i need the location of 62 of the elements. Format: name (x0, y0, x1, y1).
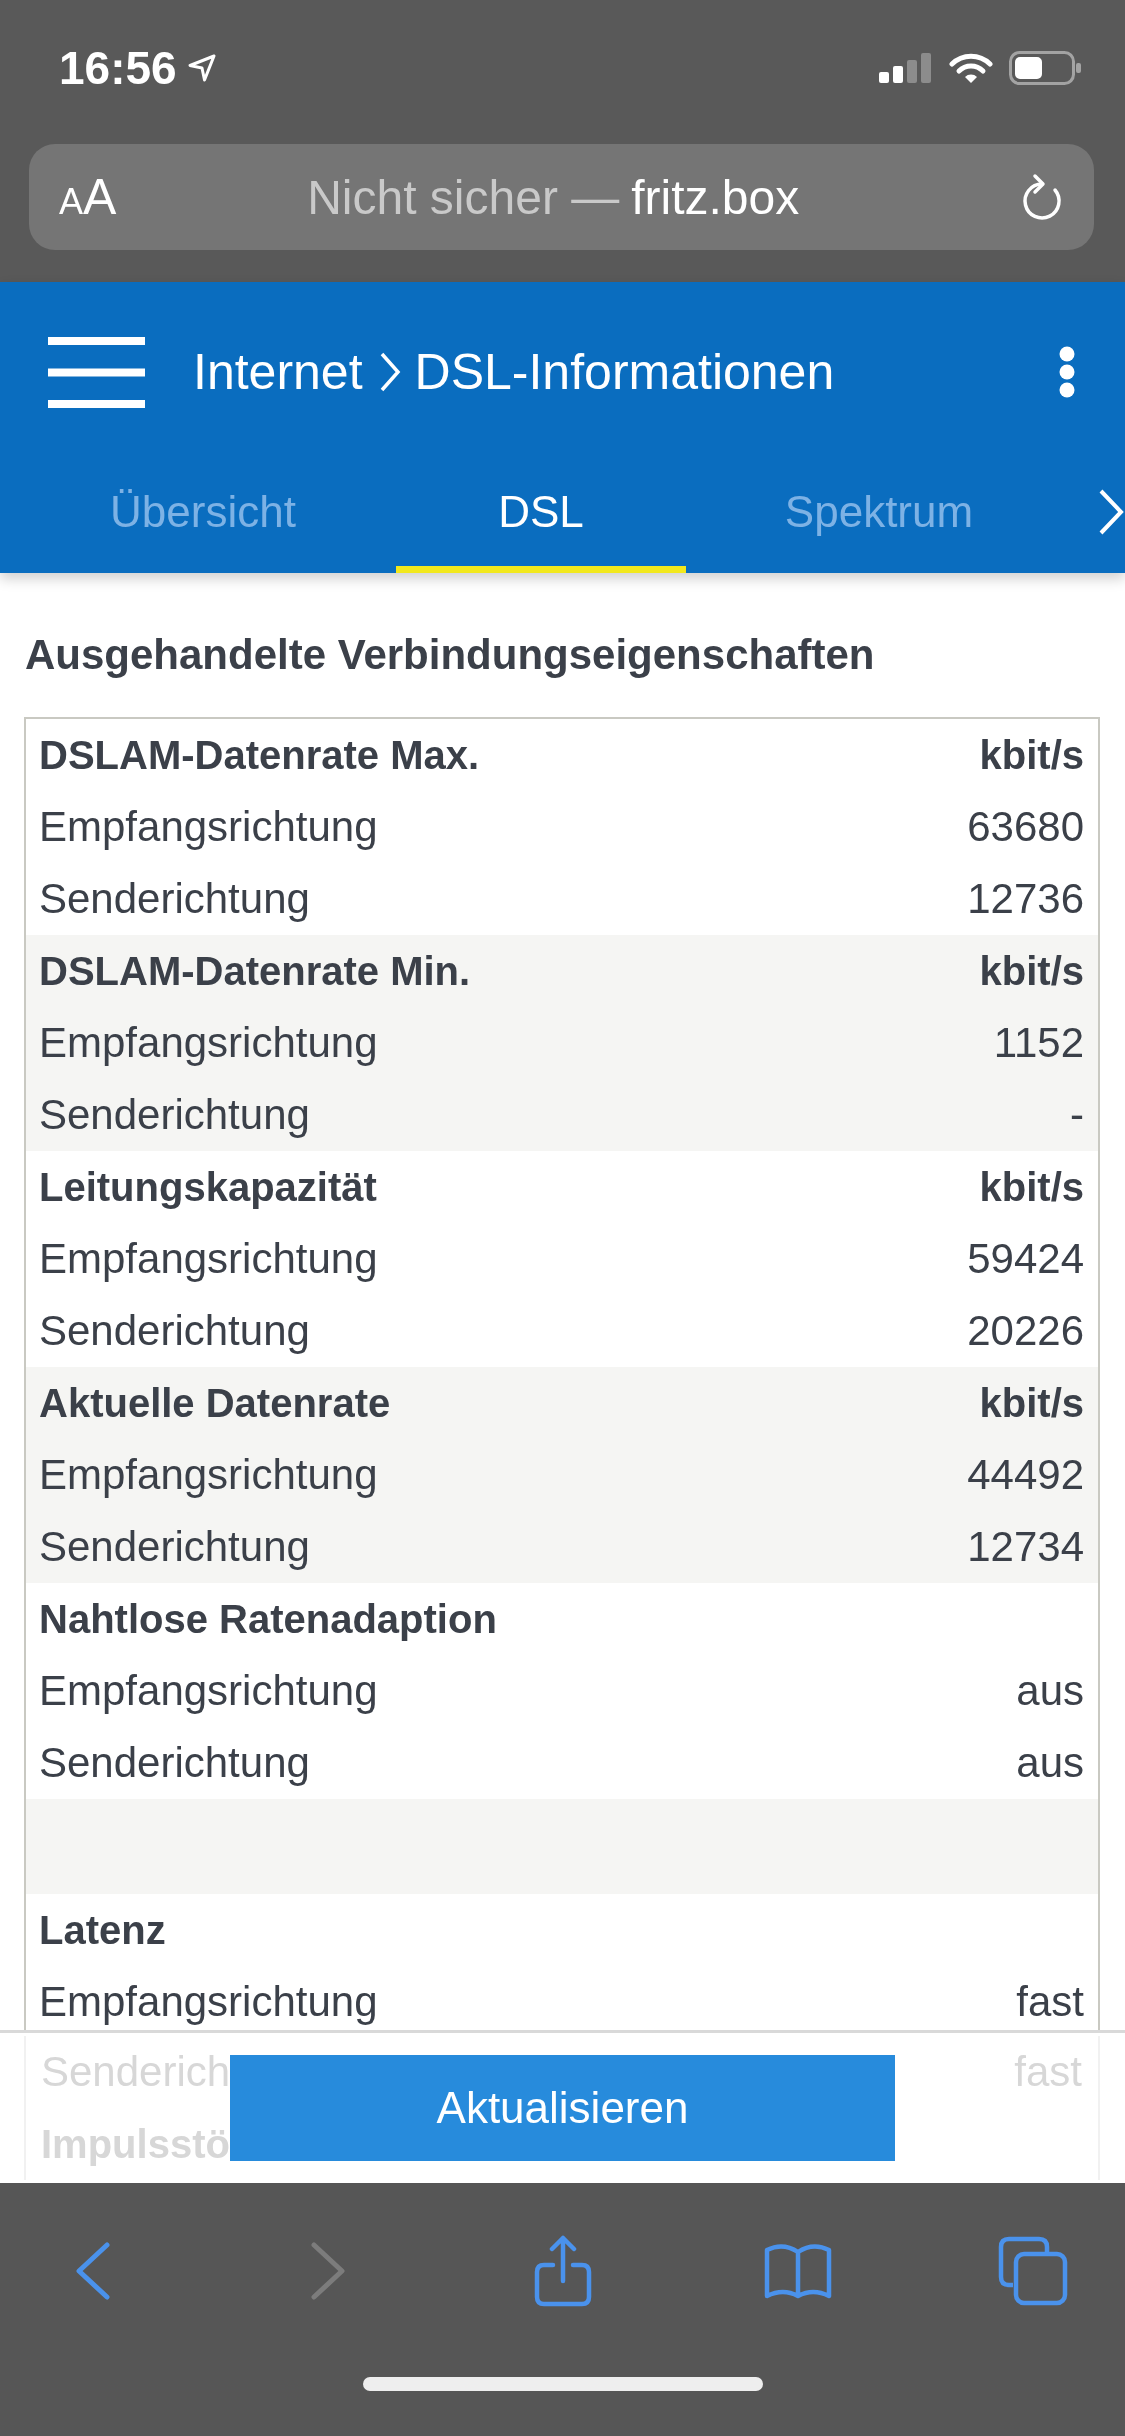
unit-label: kbit/s (979, 732, 1084, 778)
row-label: Senderichtung (39, 1307, 310, 1355)
row-value: 12736 (967, 875, 1084, 923)
row-label: Senderichtung (39, 1091, 310, 1139)
row-label: Empfangsrichtung (39, 803, 378, 851)
row-value: aus (1016, 1739, 1084, 1787)
chevron-right-icon[interactable] (1098, 488, 1124, 536)
unit-label: kbit/s (979, 1164, 1084, 1210)
open-book-icon (763, 2242, 833, 2300)
tab[interactable]: Spektrum (734, 462, 1024, 573)
row-value: 63680 (967, 803, 1084, 851)
group-heading: Latenz (39, 1907, 166, 1953)
row-label: Empfangsrichtung (39, 1235, 378, 1283)
section-title: Ausgehandelte Verbindungseigenschaften (25, 633, 876, 677)
breadcrumb-link[interactable]: Internet (193, 343, 363, 401)
text-size-button[interactable]: AA (59, 172, 117, 222)
row-label: Senderichtung (39, 875, 310, 923)
share-icon (533, 2235, 593, 2307)
row-value: - (1070, 1091, 1084, 1139)
row-value: 12734 (967, 1523, 1084, 1571)
group-heading: DSLAM-Datenrate Min. (39, 948, 471, 994)
security-label: Nicht sicher — (307, 169, 620, 225)
share-button[interactable] (533, 2235, 593, 2307)
bookmarks-button[interactable] (763, 2242, 833, 2300)
group-heading: Aktuelle Datenrate (39, 1380, 391, 1426)
menu-icon[interactable] (48, 336, 145, 408)
chevron-left-icon (75, 2241, 111, 2301)
tab[interactable]: DSL (396, 462, 686, 573)
location-arrow-icon (186, 53, 217, 83)
address-bar[interactable]: AA Nicht sicher — fritz.box (29, 144, 1094, 250)
back-button[interactable] (75, 2241, 111, 2301)
url-host: fritz.box (631, 169, 800, 225)
row-label: Empfangsrichtung (39, 1667, 378, 1715)
row-value: aus (1016, 1667, 1084, 1715)
refresh-button[interactable]: Aktualisieren (230, 2055, 895, 2161)
row-value: fast (1016, 1978, 1084, 2026)
row-value: 20226 (967, 1307, 1084, 1355)
more-options-icon[interactable] (1059, 346, 1075, 398)
row-label: Senderichtung (39, 1523, 310, 1571)
unit-label: kbit/s (979, 1380, 1084, 1426)
group-heading: Leitungskapazität (39, 1164, 377, 1210)
wifi-icon (949, 52, 993, 84)
battery-icon (1009, 51, 1083, 85)
row-value: 1152 (993, 1019, 1084, 1067)
signal-icon (879, 53, 933, 83)
group-heading: Nahtlose Ratenadaption (39, 1596, 497, 1642)
unit-label: kbit/s (979, 948, 1084, 994)
status-time: 16:56 (59, 41, 177, 95)
reload-icon[interactable] (1020, 172, 1064, 222)
tabs-button[interactable] (997, 2235, 1069, 2307)
chevron-right-icon (378, 351, 401, 393)
row-label: Empfangsrichtung (39, 1019, 378, 1067)
group-heading: DSLAM-Datenrate Max. (39, 732, 480, 778)
tab[interactable]: Übersicht (58, 462, 348, 573)
chevron-right-icon (310, 2241, 346, 2301)
row-label: Empfangsrichtung (39, 1451, 378, 1499)
row-label: Empfangsrichtung (39, 1978, 378, 2026)
row-value: 44492 (967, 1451, 1084, 1499)
overlapping-squares-icon (997, 2235, 1069, 2307)
row-value: 59424 (967, 1235, 1084, 1283)
row-label: Senderichtung (39, 1739, 310, 1787)
page-title: DSL-Informationen (414, 343, 835, 401)
